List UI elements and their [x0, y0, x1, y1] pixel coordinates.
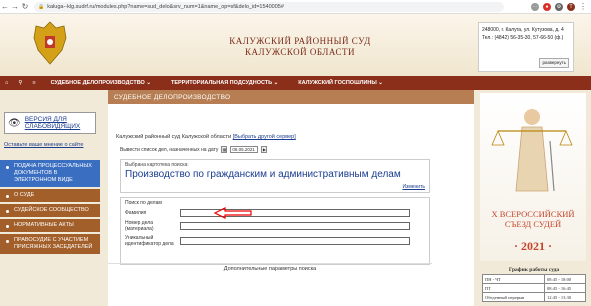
- table-row: Обеденный перерыв 12:45 - 13:30: [482, 292, 587, 302]
- schedule-day: Обеденный перерыв: [482, 292, 545, 302]
- extension-icon[interactable]: ⋯: [531, 2, 539, 11]
- go-arrow-icon[interactable]: ▶: [261, 146, 268, 153]
- side-nav: ПОДАЧА ПРОЦЕССУАЛЬНЫХ ДОКУМЕНТОВ В ЭЛЕКТ…: [0, 160, 100, 254]
- contact-address: 248000, г. Калуга, ул. Кутузова, д. 4: [482, 27, 564, 33]
- field-row-surname: Фамилия: [125, 209, 425, 217]
- court-name: Калужский районный суд Калужской области: [116, 134, 232, 140]
- themis-icon: [491, 109, 573, 192]
- table-row: ПТ 08:45 - 16:45: [482, 283, 587, 293]
- court-title-line1: КАЛУЖСКИЙ РАЙОННЫЙ СУД: [229, 36, 371, 46]
- feedback-link[interactable]: Оставьте ваше мнение о сайте: [4, 142, 96, 148]
- low-vision-label: ВЕРСИЯ ДЛЯ СЛАБОВИДЯЩИХ: [24, 116, 81, 130]
- uid-label: Уникальный идентификатор дела: [125, 235, 174, 247]
- court-title: КАЛУЖСКИЙ РАЙОННЫЙ СУД КАЛУЖСКОЙ ОБЛАСТИ: [200, 36, 400, 58]
- search-title: Поиск по делам: [125, 200, 162, 206]
- extra-params-toggle[interactable]: Дополнительные параметры поиска: [108, 263, 432, 272]
- back-icon[interactable]: ←: [0, 1, 10, 13]
- table-row: ПН - ЧТ 08:45 - 18:00: [482, 274, 587, 284]
- sidebar-item-jury[interactable]: ПРАВОСУДИЕ С УЧАСТИЕМ ПРИСЯЖНЫХ ЗАСЕДАТЕ…: [0, 234, 100, 254]
- date-input[interactable]: 08.05.2021: [230, 146, 259, 153]
- more-menu-icon[interactable]: ⋮: [579, 2, 587, 11]
- contact-box: 248000, г. Калуга, ул. Кутузова, д. 4 Те…: [478, 22, 574, 72]
- profile-avatar[interactable]: T: [567, 2, 575, 11]
- url-text: kaluga--klg.sudrf.ru/modules.php?name=su…: [47, 3, 284, 10]
- red-arrow-annotation: [213, 207, 252, 219]
- browser-toolbar: ← → ↻ 🔒 kaluga--klg.sudrf.ru/modules.php…: [0, 0, 591, 14]
- menu-item-court-cases[interactable]: СУДЕБНОЕ ДЕЛОПРОИЗВОДСТВО ⌄: [41, 80, 161, 86]
- schedule-time: 08:45 - 16:45: [543, 283, 587, 293]
- card-label: Выбрана картотека поиска:: [125, 162, 189, 168]
- puzzle-icon[interactable]: ⚙: [555, 2, 563, 11]
- schedule-time: 12:45 - 13:30: [543, 292, 587, 302]
- calendar-icon[interactable]: ▦: [221, 146, 228, 153]
- sidebar-item-judges[interactable]: СУДЕЙСКОЕ СООБЩЕСТВО: [0, 204, 100, 217]
- schedule-time: 08:45 - 18:00: [543, 274, 587, 284]
- menu-item-jurisdiction[interactable]: ТЕРРИТОРИАЛЬНАЯ ПОДСУДНОСТЬ ⌄: [161, 80, 288, 86]
- court-line: Калужский районный суд Калужской области…: [116, 134, 474, 140]
- change-card-link[interactable]: Изменить: [402, 184, 425, 190]
- contact-phone: Тел.: (4842) 56-35-30, 57-66-50 (ф.): [482, 35, 564, 41]
- section-title: СУДЕБНОЕ ДЕЛОПРОИЗВОДСТВО: [108, 90, 474, 104]
- home-icon[interactable]: ⌂: [0, 80, 13, 86]
- date-filter: Вывести список дел, назначенных на дату …: [120, 146, 474, 153]
- surname-label: Фамилия: [125, 210, 147, 216]
- field-row-case-number: Номер дела (материала): [125, 220, 425, 232]
- reload-icon[interactable]: ↻: [20, 1, 30, 13]
- low-vision-button[interactable]: 👁 ВЕРСИЯ ДЛЯ СЛАБОВИДЯЩИХ: [4, 112, 96, 134]
- congress-title: X ВСЕРОССИЙСКИЙ СЪЕЗД СУДЕЙ: [480, 209, 586, 229]
- schedule-table: ПН - ЧТ 08:45 - 18:00 ПТ 08:45 - 16:45 О…: [482, 274, 587, 302]
- card-value: Производство по гражданским и администра…: [125, 169, 401, 180]
- address-bar[interactable]: 🔒 kaluga--klg.sudrf.ru/modules.php?name=…: [34, 1, 504, 12]
- schedule-day: ПТ: [482, 283, 545, 293]
- menu-item-fees[interactable]: КАЛУЖСКИЙ ГОСПОШЛИНЫ ⌄: [288, 80, 393, 86]
- forward-icon[interactable]: →: [10, 1, 20, 13]
- congress-line2: СЪЕЗД СУДЕЙ: [504, 219, 562, 229]
- sidebar-item-electronic-filing[interactable]: ПОДАЧА ПРОЦЕССУАЛЬНЫХ ДОКУМЕНТОВ В ЭЛЕКТ…: [0, 160, 100, 187]
- change-server-link[interactable]: [Выбрать другой сервер]: [233, 134, 296, 140]
- congress-banner[interactable]: X ВСЕРОССИЙСКИЙ СЪЕЗД СУДЕЙ · 2021 ·: [480, 93, 586, 261]
- extension-icon[interactable]: ●: [543, 2, 551, 11]
- menu-icon[interactable]: ≡: [27, 80, 40, 86]
- case-search-form: Поиск по делам Фамилия Номер дела (матер…: [120, 197, 430, 265]
- sidebar-item-acts[interactable]: НОРМАТИВНЫЕ АКТЫ: [0, 219, 100, 232]
- date-label: Вывести список дел, назначенных на дату: [120, 146, 219, 153]
- right-sidebar: X ВСЕРОССИЙСКИЙ СЪЕЗД СУДЕЙ · 2021 · Гра…: [474, 90, 591, 306]
- congress-line1: X ВСЕРОССИЙСКИЙ: [491, 209, 575, 219]
- main-menu: ⌂ ⚲ ≡ СУДЕБНОЕ ДЕЛОПРОИЗВОДСТВО ⌄ ТЕРРИТ…: [0, 76, 591, 90]
- uid-field[interactable]: [180, 237, 410, 245]
- congress-year: · 2021 ·: [513, 239, 552, 253]
- lock-icon: 🔒: [38, 3, 45, 10]
- site-header: КАЛУЖСКИЙ РАЙОННЫЙ СУД КАЛУЖСКОЙ ОБЛАСТИ…: [0, 14, 591, 76]
- schedule-day: ПН - ЧТ: [482, 274, 545, 284]
- case-number-label: Номер дела (материала): [125, 220, 154, 232]
- search-icon[interactable]: ⚲: [13, 80, 27, 86]
- eye-icon: 👁: [8, 117, 21, 129]
- court-title-line2: КАЛУЖСКОЙ ОБЛАСТИ: [245, 47, 355, 57]
- left-sidebar: 👁 ВЕРСИЯ ДЛЯ СЛАБОВИДЯЩИХ Оставьте ваше …: [0, 90, 100, 306]
- case-file-card: Выбрана картотека поиска: Производство п…: [120, 159, 430, 193]
- field-row-uid: Уникальный идентификатор дела: [125, 235, 425, 247]
- expand-button[interactable]: развернуть: [539, 58, 569, 68]
- case-number-field[interactable]: [180, 222, 410, 230]
- coat-of-arms-icon: [33, 21, 67, 65]
- main-content: СУДЕБНОЕ ДЕЛОПРОИЗВОДСТВО Калужский райо…: [108, 90, 474, 306]
- schedule-title: График работы суда: [508, 267, 560, 273]
- sidebar-item-about[interactable]: О СУДЕ: [0, 189, 100, 202]
